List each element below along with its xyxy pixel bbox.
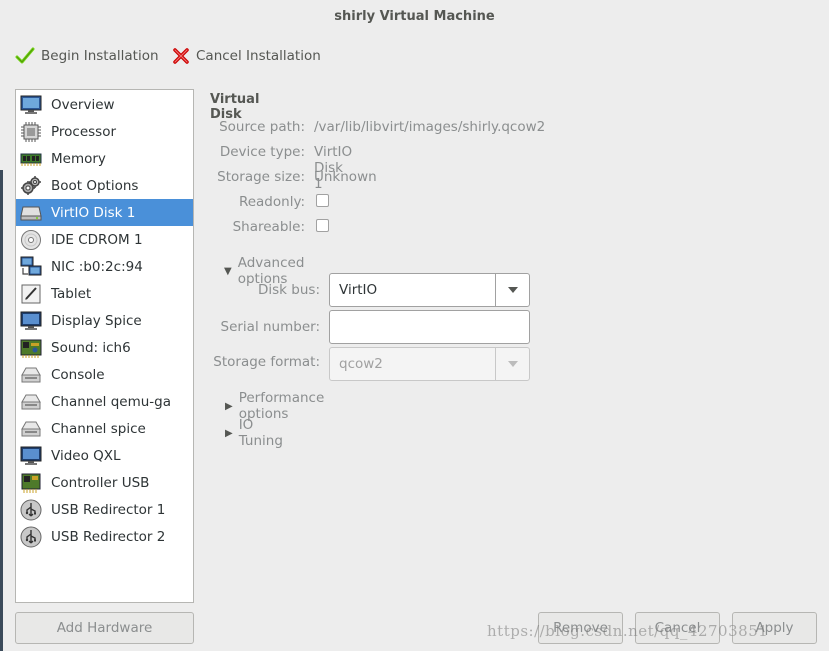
display-icon (20, 445, 42, 467)
storage-format-label: Storage format: (213, 354, 320, 370)
storage-size-label: Storage size: (217, 169, 305, 185)
cancel-installation-button[interactable]: Cancel Installation (172, 40, 321, 72)
cancel-installation-label: Cancel Installation (196, 48, 321, 64)
hardware-list: Overview Processor Memory Boot Options VirtI… (15, 89, 194, 603)
chevron-down-icon (495, 348, 529, 380)
sidebar-item[interactable]: Channel spice (16, 415, 193, 442)
serial-number-label: Serial number: (220, 319, 321, 335)
readonly-checkbox[interactable] (316, 194, 329, 207)
storage-format-value: qcow2 (339, 356, 383, 372)
disk-bus-label: Disk bus: (258, 282, 320, 298)
sidebar-item-label: USB Redirector 2 (51, 528, 166, 545)
sidebar-item-label: Channel qemu-ga (51, 393, 172, 410)
add-hardware-button[interactable]: Add Hardware (15, 612, 194, 644)
sidebar-item[interactable]: Overview (16, 91, 193, 118)
sidebar-item-label: Channel spice (51, 420, 146, 437)
usb-icon (20, 499, 42, 521)
expanded-arrow-icon: ▼ (224, 265, 232, 277)
shareable-checkbox[interactable] (316, 219, 329, 232)
begin-installation-button[interactable]: Begin Installation (15, 40, 159, 72)
sidebar-item-label: NIC :b0:2c:94 (51, 258, 143, 275)
storage-format-combo[interactable]: qcow2 (329, 347, 530, 381)
monitor-icon (20, 94, 42, 116)
sidebar-item[interactable]: Controller USB (16, 469, 193, 496)
sidebar-item[interactable]: NIC :b0:2c:94 (16, 253, 193, 280)
disk-bus-dropdown[interactable]: VirtIO (329, 273, 530, 307)
sidebar-item[interactable]: Video QXL (16, 442, 193, 469)
begin-installation-label: Begin Installation (41, 48, 159, 64)
sidebar-item[interactable]: Channel qemu-ga (16, 388, 193, 415)
chevron-down-icon[interactable] (495, 274, 529, 306)
sidebar-item-label: Overview (51, 96, 115, 113)
sidebar-item-label: USB Redirector 1 (51, 501, 166, 518)
network-icon (20, 256, 42, 278)
toolbar: Begin Installation Cancel Installation (0, 40, 829, 72)
watermark-text: https://blog.csdn.net/qq_42703851 (487, 622, 769, 640)
sidebar-item[interactable]: USB Redirector 1 (16, 496, 193, 523)
source-path-value: /var/lib/libvirt/images/shirly.qcow2 (314, 119, 546, 135)
device-type-label: Device type: (219, 144, 305, 160)
collapsed-arrow-icon: ▶ (225, 400, 233, 412)
io-tuning-label: IO Tuning (238, 417, 283, 449)
serial-icon (20, 418, 42, 440)
readonly-label: Readonly: (238, 194, 305, 210)
window-title: shirly Virtual Machine (334, 9, 495, 24)
disk-bus-value: VirtIO (339, 282, 378, 298)
serial-number-input[interactable] (329, 310, 530, 344)
controller-icon (20, 472, 42, 494)
usb-icon (20, 526, 42, 548)
collapsed-arrow-icon: ▶ (225, 427, 233, 439)
storage-size-value: Unknown (314, 169, 377, 185)
section-title: Virtual Disk (210, 92, 260, 122)
serial-icon (20, 391, 42, 413)
cancel-x-icon (173, 48, 189, 64)
checkmark-icon (15, 47, 35, 64)
sidebar-item-label: Video QXL (51, 447, 121, 464)
sidebar-item-label: Controller USB (51, 474, 150, 491)
sidebar-item[interactable]: USB Redirector 2 (16, 523, 193, 550)
desktop-edge (0, 170, 3, 651)
source-path-label: Source path: (219, 119, 305, 135)
io-tuning-expander[interactable]: ▶ IO Tuning (225, 417, 285, 449)
shareable-label: Shareable: (232, 219, 305, 235)
